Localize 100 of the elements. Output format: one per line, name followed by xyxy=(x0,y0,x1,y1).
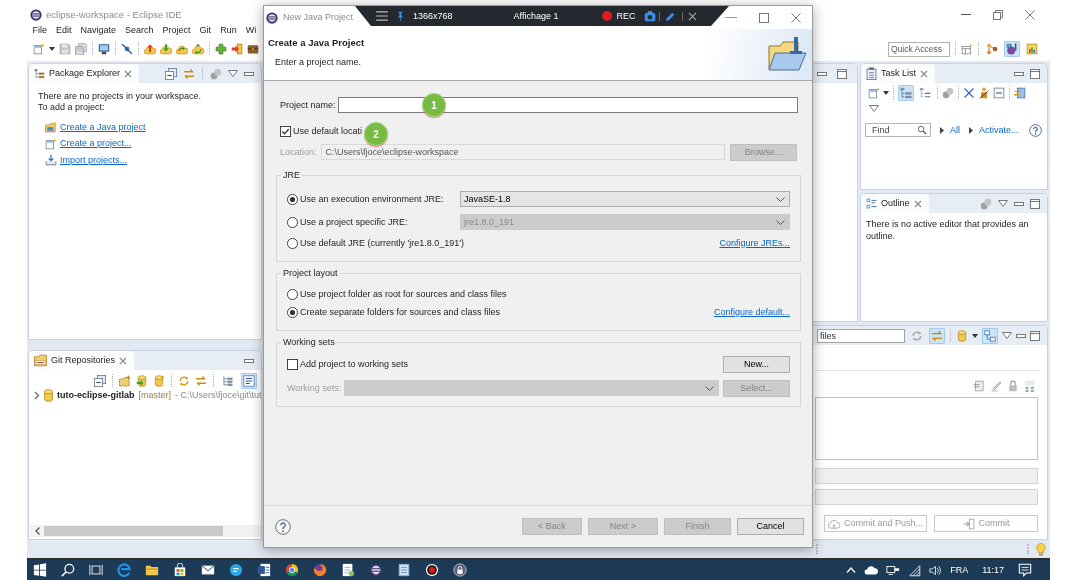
menu-item[interactable]: Run xyxy=(215,25,242,36)
help-icon[interactable] xyxy=(1029,123,1042,137)
folder-plus-icon[interactable] xyxy=(119,375,131,387)
lock-icon[interactable] xyxy=(453,563,467,577)
record-label[interactable]: REC xyxy=(616,10,636,22)
figure-icon[interactable] xyxy=(978,86,990,99)
maximize-icon[interactable] xyxy=(1030,330,1040,341)
swap-arrows-icon[interactable] xyxy=(929,327,945,344)
monitor-icon[interactable] xyxy=(98,43,110,55)
document-icon[interactable] xyxy=(257,563,271,577)
minimize-icon[interactable] xyxy=(1014,71,1024,76)
menu-item[interactable]: Wi xyxy=(241,25,261,36)
wizard-link[interactable]: Create a Java project xyxy=(60,121,146,133)
menu-item[interactable]: Git xyxy=(195,25,216,36)
network-icon[interactable] xyxy=(886,563,901,577)
document-chart-icon[interactable] xyxy=(1026,43,1038,55)
lines-layout-icon[interactable] xyxy=(241,373,257,389)
grid-icon[interactable] xyxy=(1024,380,1036,392)
cloud-sync-icon[interactable] xyxy=(176,43,188,55)
radio-button[interactable] xyxy=(287,216,298,228)
task-view-icon[interactable] xyxy=(89,563,103,577)
slash-icon[interactable] xyxy=(121,43,133,55)
clock[interactable]: 11:17 xyxy=(982,564,1004,576)
open-perspective-icon[interactable] xyxy=(961,43,973,55)
menu-item[interactable]: File xyxy=(28,25,52,36)
radio-button[interactable] xyxy=(287,289,298,300)
spheres-icon[interactable] xyxy=(942,86,954,99)
close-icon[interactable] xyxy=(1025,9,1035,20)
record-dot-icon[interactable] xyxy=(602,11,613,21)
display-label[interactable]: Affichage 1 xyxy=(513,10,559,22)
view-menu-icon[interactable] xyxy=(998,200,1008,207)
tree-icon[interactable] xyxy=(222,375,234,387)
folder-icon[interactable] xyxy=(145,563,159,577)
chest-icon[interactable] xyxy=(247,43,259,55)
filter-field[interactable]: files xyxy=(817,328,905,343)
cloud-sync-icon[interactable] xyxy=(192,43,204,55)
find-field[interactable]: Find xyxy=(865,123,931,137)
minimize-icon[interactable] xyxy=(244,71,254,76)
document-lines-icon[interactable] xyxy=(973,380,985,392)
shopping-bag-icon[interactable] xyxy=(173,563,187,577)
minimize-icon[interactable] xyxy=(244,358,254,363)
view-menu-icon[interactable] xyxy=(869,105,879,112)
speaker-icon[interactable] xyxy=(929,563,943,577)
camera-icon[interactable] xyxy=(644,10,657,22)
cylinder-arrow-icon[interactable] xyxy=(136,375,148,387)
notepad-icon[interactable] xyxy=(397,563,411,577)
plus-icon[interactable] xyxy=(215,43,227,55)
configure-link[interactable]: Configure default... xyxy=(713,307,790,318)
perspective-icon[interactable] xyxy=(1004,41,1020,57)
collapse-all-icon[interactable] xyxy=(165,67,177,80)
help-icon[interactable] xyxy=(275,518,291,535)
quick-access-field[interactable]: Quick Access xyxy=(888,41,950,57)
link-arrows-icon[interactable] xyxy=(195,375,207,387)
maximize-icon[interactable] xyxy=(759,12,769,23)
collapse-all-icon[interactable] xyxy=(94,375,106,387)
menu-item[interactable]: Edit xyxy=(51,25,77,36)
expand-arrow-icon[interactable] xyxy=(940,126,944,134)
view-tab[interactable]: Task List xyxy=(861,64,935,83)
wizard-link[interactable]: Import projects... xyxy=(60,154,128,166)
menu-item[interactable]: Navigate xyxy=(76,25,121,36)
minimize-icon[interactable] xyxy=(1016,333,1026,338)
configure-link[interactable]: Configure JREs... xyxy=(719,237,790,249)
app-logo-icon[interactable] xyxy=(369,563,383,577)
radio-button[interactable] xyxy=(287,237,298,249)
maximize-icon[interactable] xyxy=(837,68,847,79)
caret-icon[interactable] xyxy=(972,333,978,338)
folder-star-icon[interactable] xyxy=(45,121,57,133)
chevron-right-icon[interactable] xyxy=(34,391,40,400)
radio-button[interactable] xyxy=(287,193,298,205)
layout-icon[interactable] xyxy=(982,327,998,344)
tree-list-icon[interactable] xyxy=(898,84,914,101)
view-tab[interactable]: Outline xyxy=(861,194,929,213)
drag-handle-icon[interactable] xyxy=(1027,544,1029,554)
close-icon[interactable] xyxy=(791,12,801,23)
caret-icon[interactable] xyxy=(883,90,889,95)
new-button[interactable]: New... xyxy=(723,356,790,373)
dropdown[interactable]: JavaSE-1.8 xyxy=(460,191,790,207)
filter-link[interactable]: Activate... xyxy=(979,124,1019,136)
horizontal-scrollbar[interactable] xyxy=(30,525,261,537)
tray-arrow-icon[interactable] xyxy=(45,154,57,166)
arrow-into-box-icon[interactable] xyxy=(231,43,243,55)
close-icon[interactable] xyxy=(920,69,928,78)
pen-icon[interactable] xyxy=(665,10,677,22)
drag-handle-icon[interactable] xyxy=(816,544,818,554)
caret-icon[interactable] xyxy=(49,47,55,51)
collapse-icon[interactable] xyxy=(993,86,1005,99)
pin-icon[interactable] xyxy=(397,11,404,21)
start-icon[interactable] xyxy=(33,563,47,577)
cylinder-star-icon[interactable] xyxy=(153,375,165,387)
scroll-left-icon[interactable] xyxy=(35,527,40,535)
chevron-up-icon[interactable] xyxy=(846,567,857,573)
globe-icon[interactable] xyxy=(313,563,327,577)
color-wheel-icon[interactable] xyxy=(285,563,299,577)
view-tab[interactable]: Git Repositories xyxy=(29,351,135,370)
maximize-icon[interactable] xyxy=(1030,68,1040,79)
view-menu-icon[interactable] xyxy=(228,70,238,77)
refresh-arrows-icon[interactable] xyxy=(178,375,190,387)
cancel-button[interactable]: Cancel xyxy=(737,518,804,535)
search-icon[interactable] xyxy=(61,563,75,577)
view-tab[interactable]: Package Explorer xyxy=(29,64,140,83)
